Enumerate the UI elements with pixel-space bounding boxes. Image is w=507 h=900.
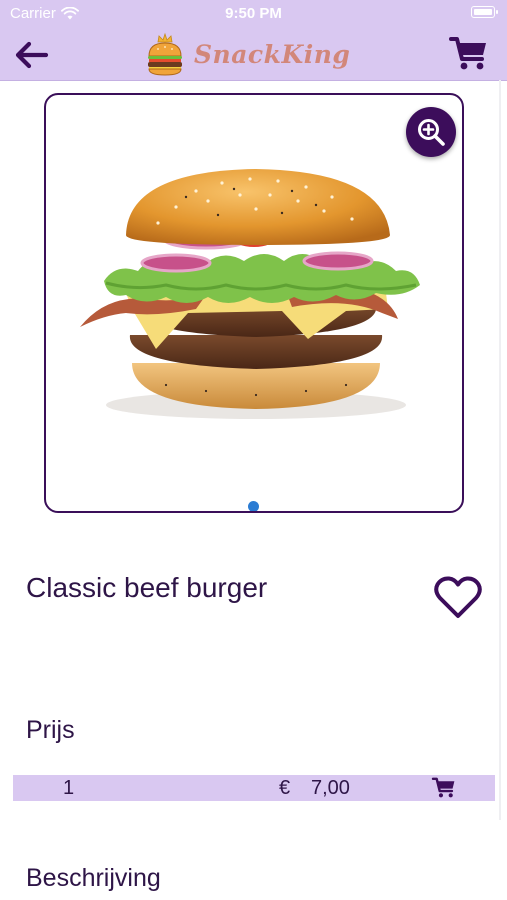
burger-logo-icon — [148, 32, 182, 76]
arrow-left-icon — [15, 41, 49, 69]
add-to-cart-button[interactable] — [431, 777, 457, 799]
battery-icon — [471, 6, 498, 18]
zoom-button[interactable] — [406, 107, 456, 157]
status-time: 9:50 PM — [225, 5, 282, 22]
scroll-indicator — [499, 80, 501, 820]
product-title: Classic beef burger — [26, 572, 268, 603]
brand-name: SnackKing — [194, 39, 351, 69]
brand-logo: SnackKing — [146, 30, 350, 78]
price-section-label: Prijs — [26, 716, 75, 744]
shopping-cart-icon — [431, 777, 455, 798]
heart-outline-icon — [434, 576, 482, 618]
back-button[interactable] — [12, 38, 50, 72]
page-indicator-dot[interactable] — [248, 501, 259, 511]
description-section-label: Beschrijving — [26, 864, 161, 892]
favorite-button[interactable] — [432, 574, 484, 622]
cart-button[interactable] — [449, 36, 489, 72]
navigation-bar: SnackKing — [0, 28, 507, 81]
zoom-in-icon — [418, 119, 445, 146]
quantity-value[interactable]: 1 — [63, 777, 74, 800]
product-image-gallery[interactable] — [44, 93, 464, 513]
status-bar: Carrier 9:50 PM — [0, 0, 507, 28]
shopping-cart-icon — [449, 37, 486, 70]
price-amount: 7,00 — [311, 777, 350, 799]
currency-symbol: € — [279, 777, 291, 799]
burger-photo — [80, 169, 420, 419]
price-row: 1 € 7,00 — [13, 775, 495, 801]
